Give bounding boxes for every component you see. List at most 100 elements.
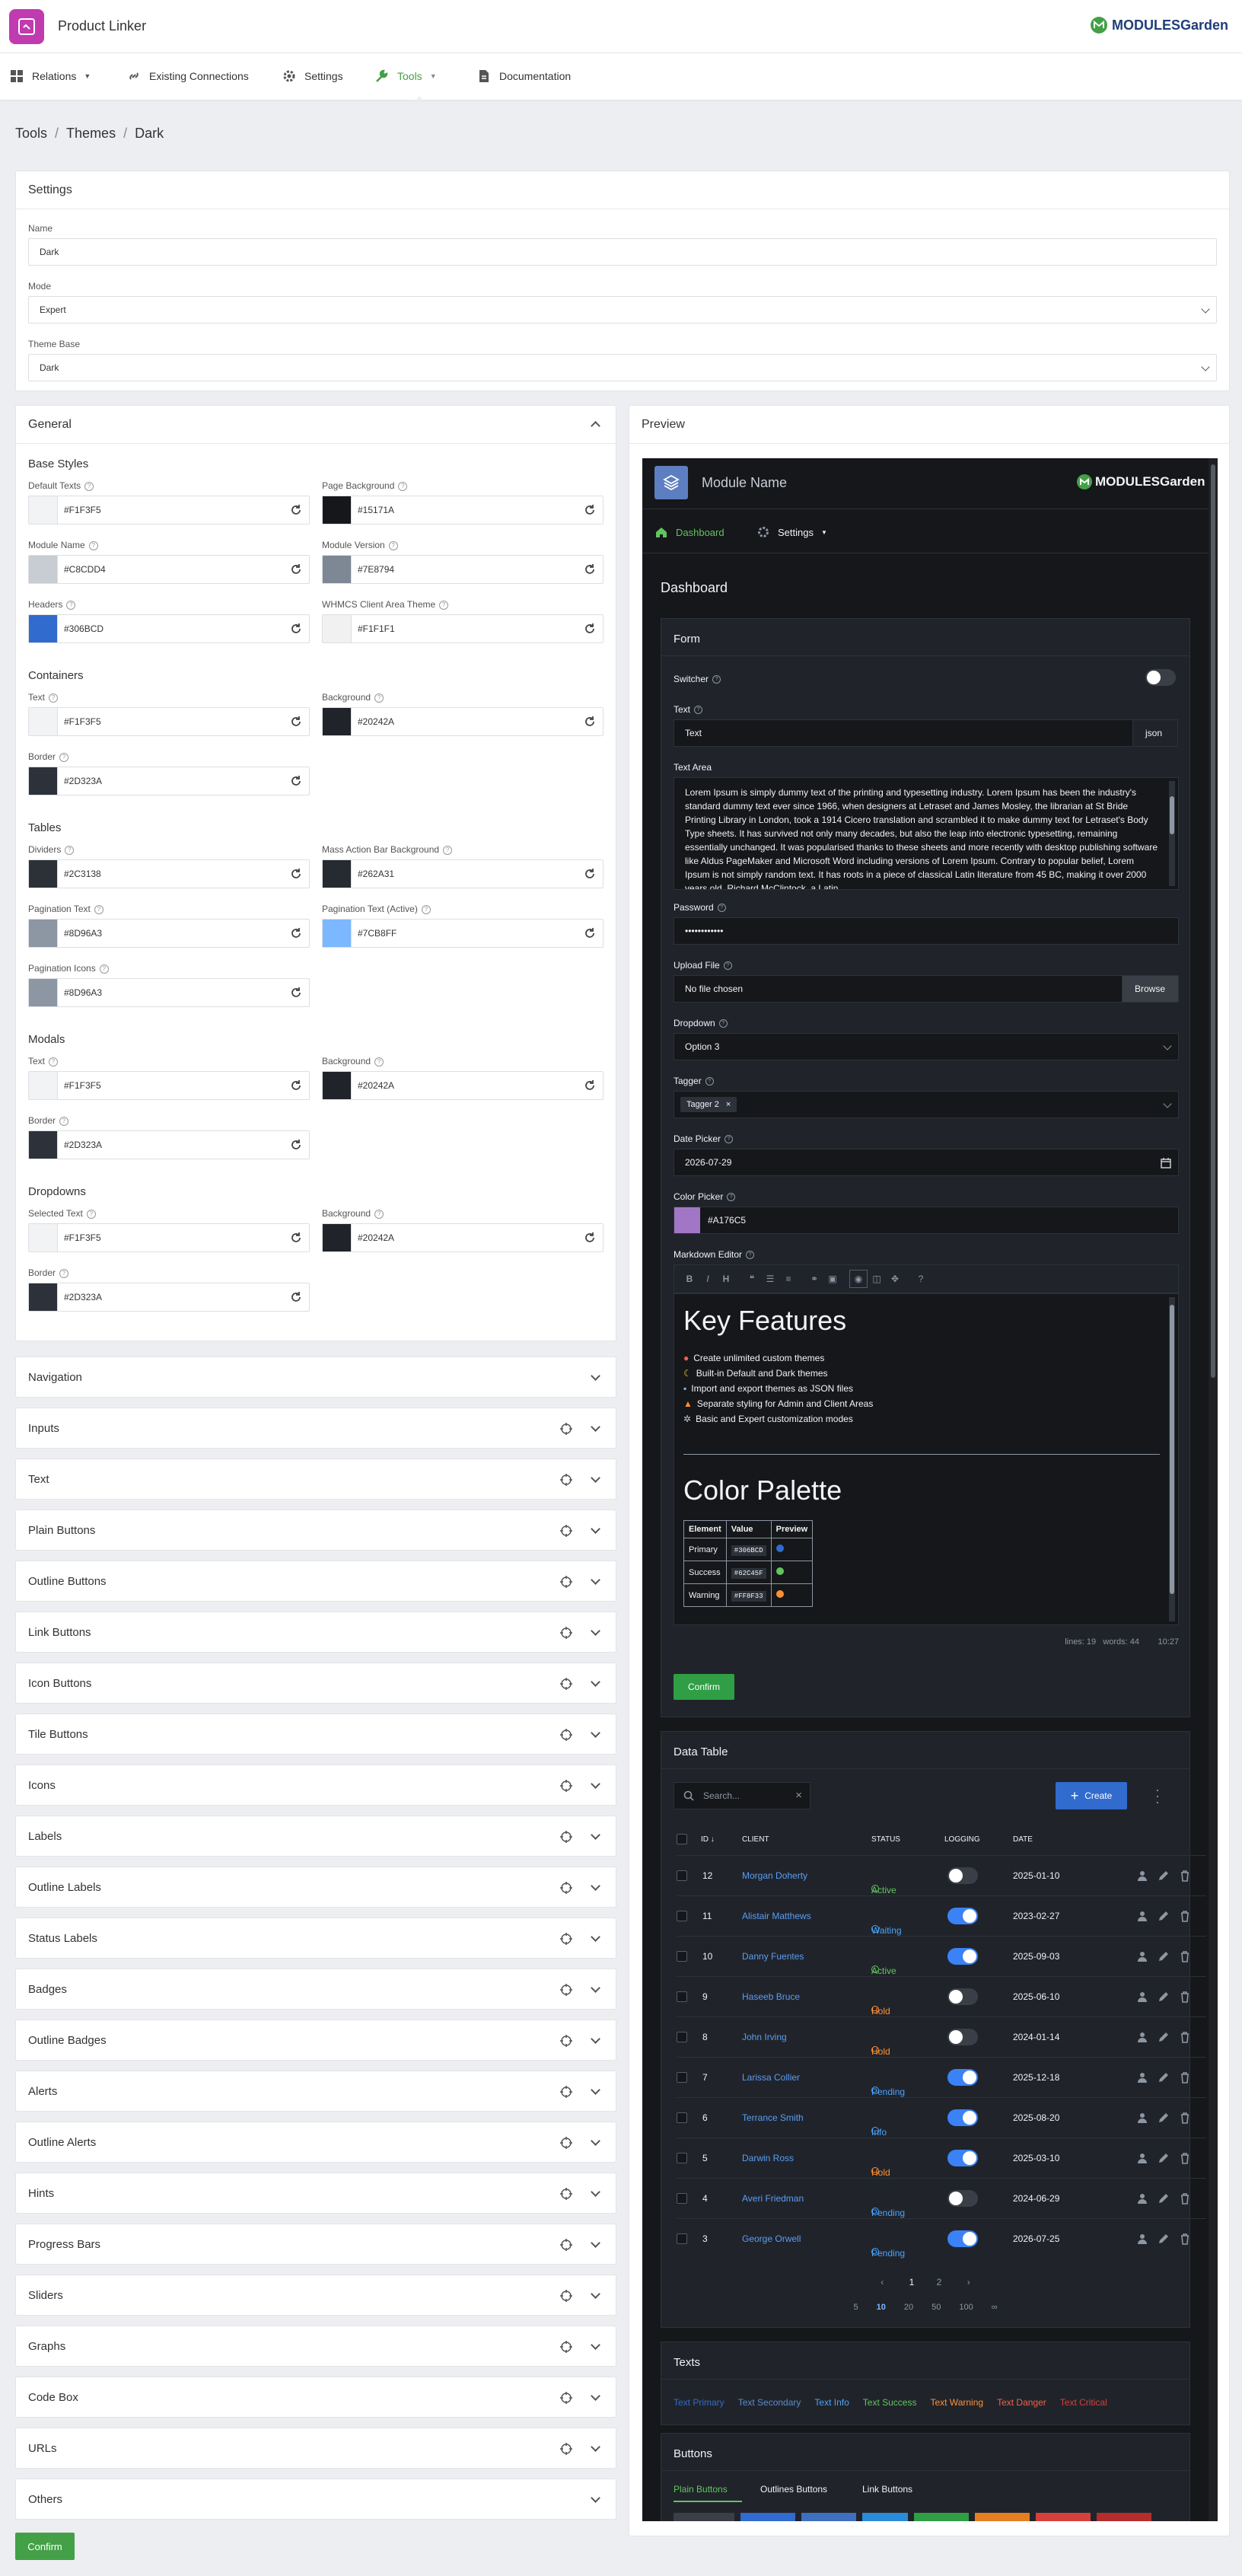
row-client-link[interactable]: Averi Friedman (742, 2193, 804, 2204)
user-icon[interactable] (1136, 2071, 1148, 2083)
color-field[interactable]: #2D323A (28, 767, 310, 795)
row-client-link[interactable]: Morgan Doherty (742, 1870, 807, 1881)
user-icon[interactable] (1136, 1950, 1148, 1962)
refresh-icon[interactable] (289, 1290, 303, 1304)
crosshair-icon[interactable] (559, 1473, 573, 1487)
color-swatch[interactable] (29, 615, 58, 642)
chevron-down-icon[interactable] (591, 2391, 600, 2401)
table-row[interactable]: 9 Haseeb Bruce Hold 2025-06-10 (677, 1976, 1206, 2016)
textarea-input[interactable]: Lorem Ipsum is simply dummy text of the … (674, 777, 1179, 890)
row-client-link[interactable]: Alistair Matthews (742, 1911, 811, 1921)
chevron-down-icon[interactable] (591, 1983, 600, 1993)
refresh-icon[interactable] (289, 503, 303, 517)
table-row[interactable]: 10 Danny Fuentes Active 2025-09-03 (677, 1936, 1206, 1976)
accordion-text[interactable]: Text (15, 1459, 616, 1500)
edit-icon[interactable] (1158, 2192, 1170, 2205)
color-field[interactable]: #F1F3F5 (28, 707, 310, 736)
buttons-tab-plain[interactable]: Plain Buttons (674, 2484, 728, 2495)
nav-settings[interactable]: Settings (282, 69, 343, 84)
clear-search-icon[interactable]: × (795, 1789, 802, 1802)
page-size-option[interactable]: 100 (959, 2303, 973, 2312)
edit-icon[interactable] (1158, 1991, 1170, 2003)
sample-button-danger[interactable] (1036, 2513, 1091, 2521)
user-icon[interactable] (1136, 2112, 1148, 2124)
accordion-progress-bars[interactable]: Progress Bars (15, 2224, 616, 2265)
row-logging-toggle[interactable] (947, 2150, 978, 2166)
chevron-down-icon[interactable] (591, 1473, 600, 1483)
col-date[interactable]: DATE (1013, 1835, 1033, 1844)
crosshair-icon[interactable] (559, 2187, 573, 2201)
preview-nav-dashboard[interactable]: Dashboard (654, 525, 724, 539)
crosshair-icon[interactable] (559, 2034, 573, 2048)
color-field[interactable]: #C8CDD4 (28, 555, 310, 584)
edit-icon[interactable] (1158, 2031, 1170, 2043)
refresh-icon[interactable] (289, 1079, 303, 1092)
preview-scrollbar-thumb[interactable] (1211, 464, 1215, 1378)
col-logging[interactable]: LOGGING (944, 1835, 980, 1844)
row-checkbox[interactable] (677, 2233, 687, 2244)
numbered-list-icon[interactable]: ≡ (779, 1274, 798, 1284)
crosshair-icon[interactable] (559, 1932, 573, 1946)
sample-button-warning[interactable] (975, 2513, 1030, 2521)
table-row[interactable]: 4 Averi Friedman Pending 2024-06-29 (677, 2178, 1206, 2218)
sample-button-secondary[interactable] (801, 2513, 856, 2521)
chevron-down-icon[interactable] (591, 1881, 600, 1891)
accordion-graphs[interactable]: Graphs (15, 2326, 616, 2367)
row-logging-toggle[interactable] (947, 1988, 978, 2005)
color-swatch[interactable] (674, 1207, 700, 1233)
chevron-down-icon[interactable] (591, 1779, 600, 1789)
upload-file-input[interactable]: No file chosen (674, 975, 1123, 1003)
chevron-down-icon[interactable] (591, 2034, 600, 2044)
edit-icon[interactable] (1158, 2071, 1170, 2083)
row-checkbox[interactable] (677, 2153, 687, 2163)
edit-icon[interactable] (1158, 1870, 1170, 1882)
color-field[interactable]: #2C3138 (28, 859, 310, 888)
color-field[interactable]: #F1F3F5 (28, 496, 310, 524)
table-row[interactable]: 11 Alistair Matthews Waiting 2023-02-27 (677, 1895, 1206, 1936)
row-checkbox[interactable] (677, 1870, 687, 1881)
crosshair-icon[interactable] (559, 2085, 573, 2099)
refresh-icon[interactable] (583, 1079, 597, 1092)
crosshair-icon[interactable] (559, 1422, 573, 1436)
color-field[interactable]: #F1F1F1 (322, 614, 603, 643)
refresh-icon[interactable] (583, 926, 597, 940)
refresh-icon[interactable] (583, 867, 597, 881)
chevron-down-icon[interactable] (591, 1677, 600, 1687)
refresh-icon[interactable] (289, 1231, 303, 1245)
edit-icon[interactable] (1158, 1910, 1170, 1922)
accordion-urls[interactable]: URLs (15, 2428, 616, 2469)
color-swatch[interactable] (29, 708, 58, 735)
chevron-down-icon[interactable] (591, 2085, 600, 2095)
color-swatch[interactable] (323, 496, 352, 524)
nav-documentation[interactable]: Documentation (476, 69, 571, 84)
tagger-input[interactable]: Tagger 2 × (674, 1091, 1179, 1118)
row-client-link[interactable]: Larissa Collier (742, 2072, 800, 2083)
accordion-link-buttons[interactable]: Link Buttons (15, 1612, 616, 1653)
row-client-link[interactable]: John Irving (742, 2032, 787, 2042)
trash-icon[interactable] (1179, 1991, 1191, 2003)
row-client-link[interactable]: George Orwell (742, 2233, 801, 2244)
crosshair-icon[interactable] (559, 1728, 573, 1742)
trash-icon[interactable] (1179, 2031, 1191, 2043)
mode-select[interactable]: Expert (28, 296, 1217, 324)
refresh-icon[interactable] (289, 774, 303, 788)
form-confirm-button[interactable]: Confirm (674, 1674, 734, 1700)
row-logging-toggle[interactable] (947, 2190, 978, 2207)
row-logging-toggle[interactable] (947, 2109, 978, 2126)
accordion-inputs[interactable]: Inputs (15, 1408, 616, 1449)
user-icon[interactable] (1136, 2152, 1148, 2164)
browse-button[interactable]: Browse (1122, 975, 1179, 1003)
row-client-link[interactable]: Darwin Ross (742, 2153, 794, 2163)
edit-icon[interactable] (1158, 2112, 1170, 2124)
table-row[interactable]: 7 Larissa Collier Pending 2025-12-18 (677, 2057, 1206, 2097)
page-size-option[interactable]: 20 (904, 2303, 913, 2312)
chevron-down-icon[interactable] (591, 1932, 600, 1942)
breadcrumb-tools[interactable]: Tools (15, 126, 47, 141)
row-client-link[interactable]: Terrance Smith (742, 2112, 804, 2123)
accordion-alerts[interactable]: Alerts (15, 2071, 616, 2112)
sample-button-success[interactable] (914, 2513, 969, 2521)
nav-relations[interactable]: Relations ▼ (9, 69, 91, 84)
preview-scrollbar[interactable] (1209, 458, 1218, 2521)
color-picker-input[interactable]: #A176C5 (674, 1207, 1179, 1234)
accordion-labels[interactable]: Labels (15, 1816, 616, 1857)
